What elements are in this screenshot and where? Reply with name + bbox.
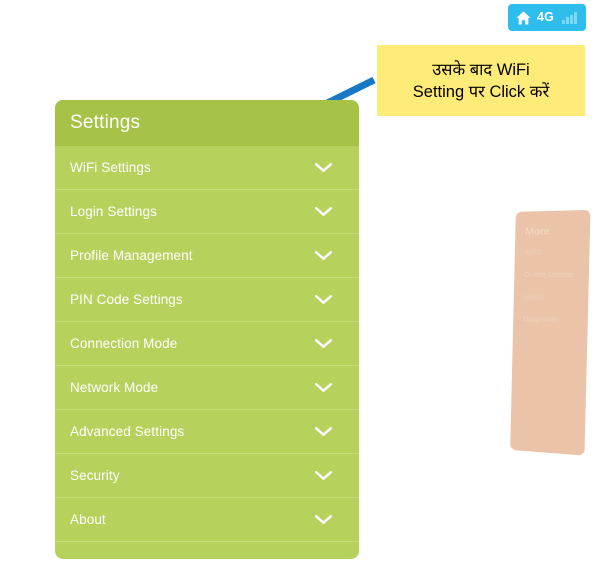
sidebar-item-network-mode[interactable]: Network Mode (55, 366, 359, 410)
settings-panel: Settings WiFi Settings Login Settings Pr… (55, 100, 359, 559)
more-panel-title: More (525, 225, 550, 238)
chevron-down-icon[interactable] (314, 514, 333, 525)
chevron-down-icon[interactable] (314, 162, 333, 173)
sidebar-item-about[interactable]: About (55, 498, 359, 542)
chevron-down-icon[interactable] (314, 206, 333, 217)
more-item-wps[interactable]: WPS (514, 247, 589, 270)
home-icon (516, 11, 531, 24)
more-item-ussd[interactable]: USSD (513, 292, 588, 315)
chevron-down-icon[interactable] (314, 382, 333, 393)
chevron-down-icon[interactable] (314, 294, 333, 305)
menu-item-label: Connection Mode (70, 336, 178, 351)
sidebar-item-wifi-settings[interactable]: WiFi Settings (55, 146, 359, 190)
sidebar-item-pin-code-settings[interactable]: PIN Code Settings (55, 278, 359, 322)
chevron-down-icon[interactable] (314, 470, 333, 481)
menu-item-label: PIN Code Settings (70, 292, 183, 307)
sidebar-item-security[interactable]: Security (55, 454, 359, 498)
menu-item-label: WiFi Settings (70, 160, 151, 175)
menu-item-label: Security (70, 468, 120, 483)
settings-panel-header: Settings (55, 100, 359, 146)
menu-item-label: Network Mode (70, 380, 159, 395)
more-item-diagnostic[interactable]: Diagnostic (513, 314, 588, 338)
callout-line-1: उसके बाद WiFi (432, 60, 530, 79)
sidebar-item-login-settings[interactable]: Login Settings (55, 190, 359, 234)
more-panel: More WPS Online Update USSD Diagnostic (510, 209, 591, 456)
sidebar-item-connection-mode[interactable]: Connection Mode (55, 322, 359, 366)
status-badge: 4G (508, 4, 586, 31)
page-title: Settings (70, 112, 141, 133)
menu-item-label: Advanced Settings (70, 424, 185, 439)
menu-item-label: Profile Management (70, 248, 193, 263)
signal-bars-icon (562, 12, 577, 24)
sidebar-item-profile-management[interactable]: Profile Management (55, 234, 359, 278)
chevron-down-icon[interactable] (314, 338, 333, 349)
callout-line-2: Setting पर Click करें (412, 82, 550, 101)
more-item-online-update[interactable]: Online Update (514, 270, 589, 293)
menu-item-label: About (70, 512, 106, 527)
annotation-callout: उसके बाद WiFi Setting पर Click करें (377, 45, 585, 116)
menu-item-label: Login Settings (70, 204, 157, 219)
chevron-down-icon[interactable] (314, 426, 333, 437)
sidebar-item-advanced-settings[interactable]: Advanced Settings (55, 410, 359, 454)
network-type-label: 4G (537, 10, 555, 25)
chevron-down-icon[interactable] (314, 250, 333, 261)
